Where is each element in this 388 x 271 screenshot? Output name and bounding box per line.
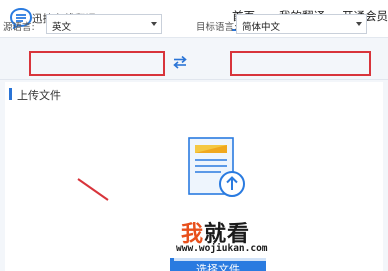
source-highlight-box bbox=[29, 51, 165, 76]
target-language-label: 目标语言: bbox=[196, 22, 238, 33]
target-language-value: 简体中文 bbox=[242, 22, 281, 33]
chevron-down-icon bbox=[151, 22, 157, 26]
swap-arrows-icon[interactable] bbox=[172, 55, 188, 69]
chevron-down-icon bbox=[356, 22, 362, 26]
target-highlight-box bbox=[230, 51, 371, 76]
section-title: 上传文件 bbox=[17, 89, 61, 102]
source-language-label: 源语言: bbox=[3, 22, 35, 33]
page: 迅捷在线翻译 首页 我的翻译 开通会员 源语言: 英文 目标语言: 简体中文 上… bbox=[0, 0, 388, 271]
section-accent-bar bbox=[9, 88, 12, 100]
target-language-select[interactable]: 简体中文 bbox=[236, 14, 367, 34]
source-language-select[interactable]: 英文 bbox=[46, 14, 162, 34]
watermark-url: www.wojiukan.com bbox=[176, 243, 268, 254]
annotation-arrow bbox=[77, 178, 109, 201]
document-upload-icon[interactable] bbox=[181, 134, 253, 206]
source-language-value: 英文 bbox=[52, 22, 72, 33]
